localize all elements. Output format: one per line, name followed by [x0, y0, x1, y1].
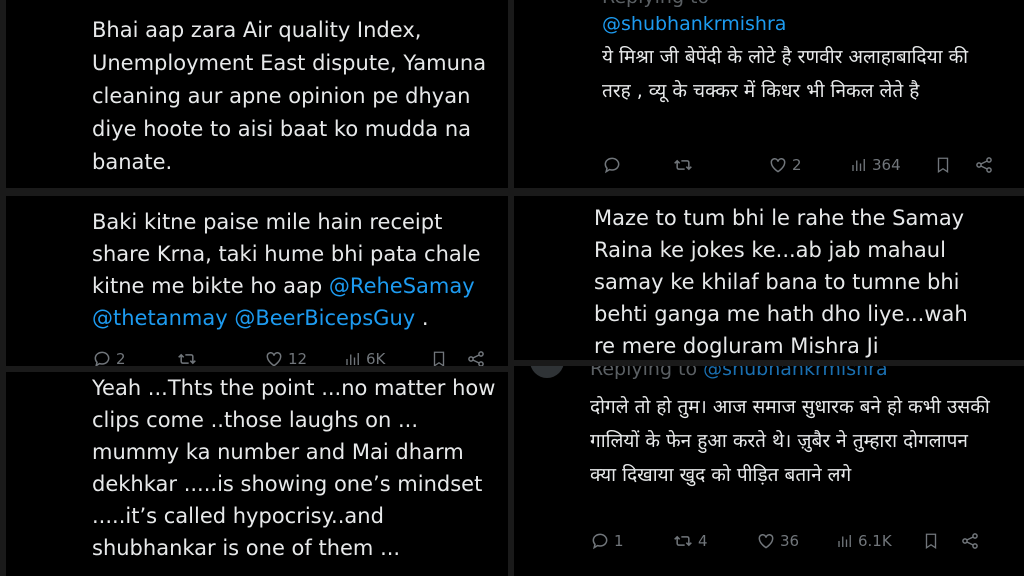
view-count: 6K: [366, 350, 386, 366]
share-icon: [962, 533, 978, 549]
tweet-panel-3: Baki kitne paise mile hain receipt share…: [6, 196, 508, 366]
views-icon: [838, 535, 851, 547]
replying-to-label: Replying to: [590, 366, 698, 380]
reply-icon: [592, 533, 608, 550]
like-count: 12: [288, 350, 308, 366]
repost-icon: [178, 353, 196, 365]
tweet-text-end: .: [415, 306, 429, 330]
views-button[interactable]: 6.1K: [836, 531, 892, 551]
repost-count: 4: [698, 532, 708, 550]
tweet-panel-1: Bhai aap zara Air quality Index, Unemplo…: [6, 0, 508, 188]
bookmark-button[interactable]: [934, 155, 952, 175]
repost-button[interactable]: [176, 349, 202, 366]
mention-text[interactable]: @shubhankrmishra: [602, 13, 786, 35]
like-icon: [758, 533, 774, 549]
action-bar: 2 364: [602, 152, 1002, 178]
tweet-panel-2: Replying to @shubhankrmishra ये मिश्रा ज…: [514, 0, 1024, 188]
reply-button[interactable]: 1: [590, 531, 624, 551]
views-icon: [852, 159, 865, 171]
reply-icon: [604, 157, 620, 174]
views-button[interactable]: 6K: [344, 349, 385, 366]
tweet-text: Maze to tum bhi le rahe the Samay Raina …: [594, 206, 968, 358]
like-icon: [266, 351, 282, 366]
replying-to: Replying to @shubhankrmishra: [590, 366, 888, 380]
reply-count: 2: [116, 350, 126, 366]
mention-rehesamay[interactable]: @ReheSamay: [329, 274, 475, 298]
tweet-panel-4: Maze to tum bhi le rahe the Samay Raina …: [514, 196, 1024, 360]
reply-button[interactable]: [602, 155, 626, 175]
action-bar: 2 12 6K: [92, 346, 492, 366]
mention-beerbicepsguy[interactable]: @BeerBicepsGuy: [234, 306, 415, 330]
mention-thetanmay[interactable]: @thetanmay: [92, 306, 228, 330]
avatar[interactable]: [530, 366, 564, 378]
bookmark-icon: [937, 157, 949, 174]
share-button[interactable]: [974, 155, 994, 175]
share-icon: [976, 157, 992, 173]
reply-icon: [94, 351, 110, 366]
replying-to: Replying to: [602, 0, 709, 8]
share-button[interactable]: [466, 349, 486, 366]
reply-count: 1: [614, 532, 624, 550]
tweet-text: Bhai aap zara Air quality Index, Unemplo…: [92, 18, 487, 174]
tweet-text: दोगले तो हो तुम। आज समाज सुधारक बने हो क…: [590, 396, 990, 486]
action-bar: 1 4 36 6.1K: [590, 528, 990, 554]
repost-icon: [674, 535, 692, 547]
like-button[interactable]: 2: [768, 155, 802, 175]
tweet-panel-5: Yeah ...Thts the point ...no matter how …: [6, 372, 508, 576]
like-count: 36: [780, 532, 800, 550]
replying-to-label: Replying to: [602, 0, 709, 8]
bookmark-icon: [433, 351, 445, 366]
bookmark-button[interactable]: [430, 349, 448, 366]
like-button[interactable]: 36: [756, 531, 799, 551]
like-icon: [770, 157, 786, 173]
mention-link[interactable]: @shubhankrmishra: [602, 13, 786, 35]
tweet-text: Baki kitne paise mile hain receipt share…: [92, 206, 502, 334]
like-count: 2: [792, 156, 802, 174]
tweet-text: Yeah ...Thts the point ...no matter how …: [92, 376, 496, 560]
repost-button[interactable]: 4: [672, 531, 708, 551]
share-icon: [468, 351, 484, 366]
like-button[interactable]: 12: [264, 349, 307, 366]
view-count: 6.1K: [858, 532, 892, 550]
view-count: 364: [872, 156, 901, 174]
views-button[interactable]: 364: [850, 155, 901, 175]
share-button[interactable]: [960, 531, 980, 551]
mention-text[interactable]: @shubhankrmishra: [703, 366, 887, 380]
bookmark-button[interactable]: [922, 531, 940, 551]
bookmark-icon: [925, 533, 937, 550]
reply-button[interactable]: 2: [92, 349, 126, 366]
tweet-text: ये मिश्रा जी बेपेंदी के लोटे है रणवीर अल…: [602, 46, 969, 102]
views-icon: [346, 353, 359, 365]
repost-button[interactable]: [672, 155, 698, 175]
repost-icon: [674, 159, 692, 171]
tweet-panel-6: Replying to @shubhankrmishra दोगले तो हो…: [514, 366, 1024, 576]
